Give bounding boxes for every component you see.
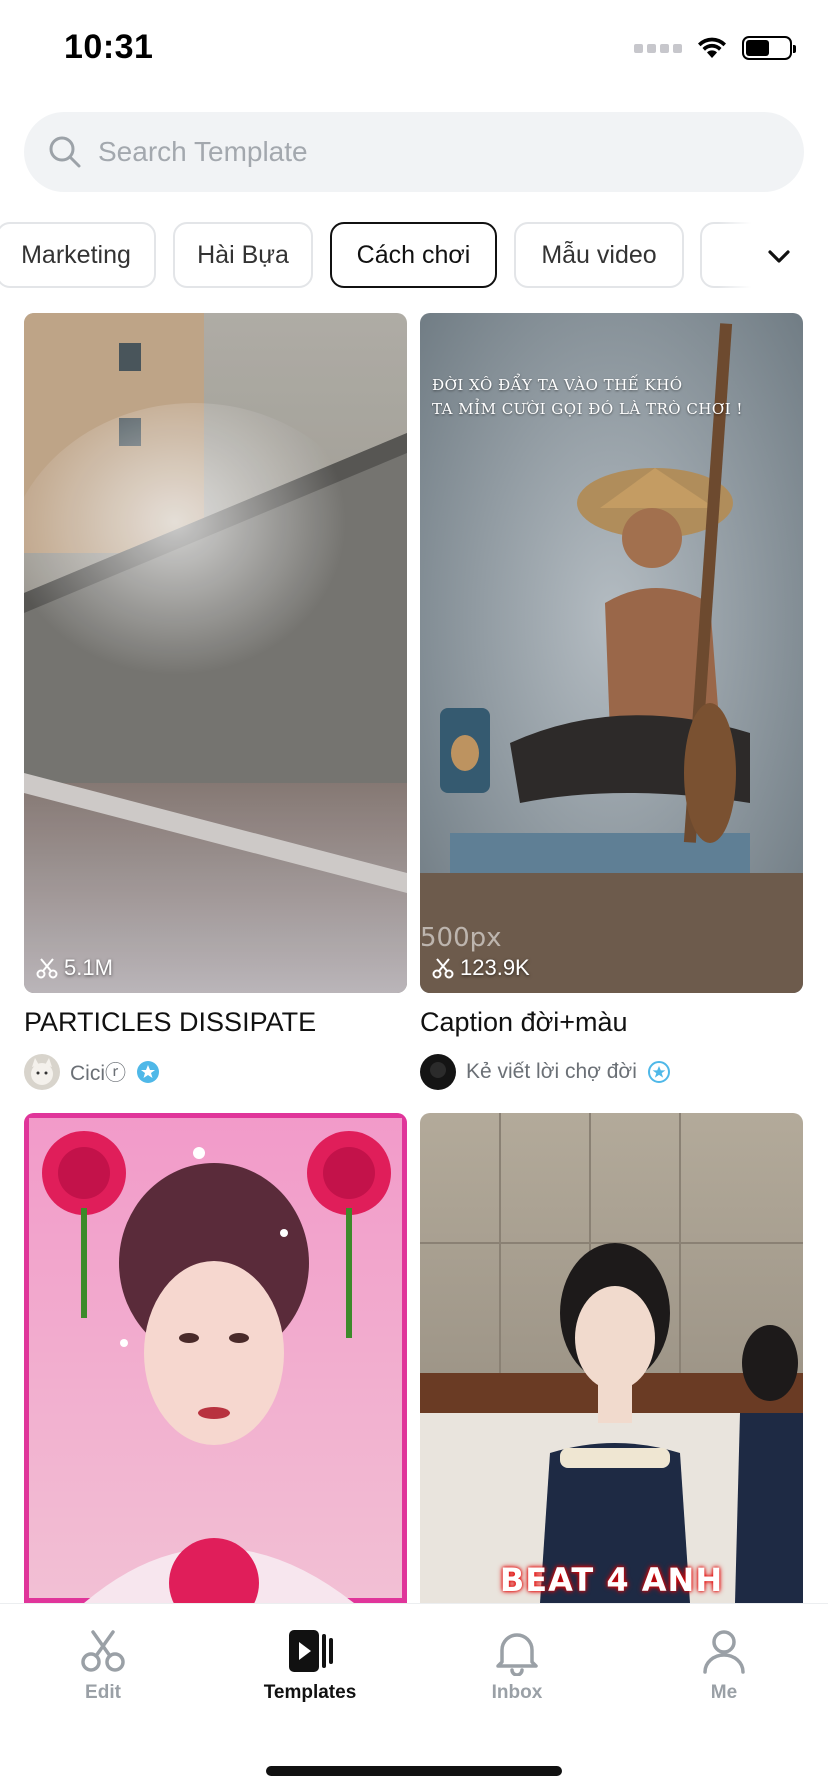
use-count: 5.1M: [36, 955, 113, 981]
overlay-caption-line: TA MỈM CƯỜI GỌI ĐÓ LÀ TRÒ CHƠI !: [432, 400, 743, 418]
overlay-caption: ĐỜI XÔ ĐẨY TA VÀO THẾ KHÓ TA MỈM CƯỜI GỌ…: [432, 373, 743, 421]
verified-badge-icon: [647, 1061, 670, 1083]
use-count-value: 123.9K: [460, 955, 530, 980]
template-thumbnail[interactable]: 5.1M: [24, 313, 407, 993]
author-row[interactable]: Ciciⓡ: [24, 1054, 407, 1090]
chip-hai-bua[interactable]: Hài Bựa: [173, 222, 313, 288]
avatar: [420, 1054, 456, 1090]
chip-cach-choi[interactable]: Cách chơi: [330, 222, 497, 288]
search-input[interactable]: [98, 136, 778, 168]
tab-inbox[interactable]: Inbox: [447, 1626, 587, 1704]
status-bar: 10:31: [0, 0, 828, 100]
template-title[interactable]: PARTICLES DISSIPATE: [24, 1007, 407, 1038]
scissors-icon: [36, 958, 58, 979]
cellular-signal-icon: [634, 43, 682, 53]
tab-label: Inbox: [491, 1682, 543, 1703]
person-icon: [703, 1630, 745, 1674]
author-row[interactable]: Kẻ viết lời chợ đời: [420, 1054, 803, 1090]
expand-categories-button[interactable]: [718, 222, 828, 290]
chip-marketing[interactable]: Marketing: [0, 222, 156, 288]
home-indicator[interactable]: [266, 1766, 562, 1776]
template-card[interactable]: 5.1M PARTICLES DISSIPATE Ciciⓡ: [24, 313, 407, 1090]
templates-icon: [289, 1630, 333, 1672]
tab-templates[interactable]: Templates: [240, 1626, 380, 1704]
battery-icon: [742, 36, 796, 60]
use-count: 123.9K: [432, 955, 530, 981]
scissors-icon: [81, 1630, 125, 1672]
template-card[interactable]: BEAT 4 ANH: [420, 1113, 803, 1603]
author-name: Ciciⓡ: [70, 1062, 126, 1085]
template-card[interactable]: [24, 1113, 407, 1603]
tab-label: Templates: [263, 1682, 357, 1703]
chip-mau-video[interactable]: Mẫu video: [514, 222, 684, 288]
thumbnail-image: [24, 313, 407, 993]
template-thumbnail[interactable]: BEAT 4 ANH: [420, 1113, 803, 1603]
template-card[interactable]: ĐỜI XÔ ĐẨY TA VÀO THẾ KHÓ TA MỈM CƯỜI GỌ…: [420, 313, 803, 1090]
scissors-icon: [432, 958, 454, 979]
avatar: [24, 1054, 60, 1090]
template-title[interactable]: Caption đời+màu: [420, 1007, 803, 1038]
overlay-caption: BEAT 4 ANH: [499, 1561, 724, 1599]
wifi-icon: [696, 36, 728, 60]
chevron-down-icon: [768, 250, 790, 263]
template-thumbnail[interactable]: ĐỜI XÔ ĐẨY TA VÀO THẾ KHÓ TA MỈM CƯỜI GỌ…: [420, 313, 803, 993]
author-name: Kẻ viết lời chợ đời: [466, 1060, 637, 1083]
thumbnail-image: [24, 1113, 407, 1603]
tab-label: Edit: [85, 1682, 121, 1703]
template-thumbnail[interactable]: [24, 1113, 407, 1603]
bottom-tab-bar: Edit Templates Inbox Me: [0, 1603, 828, 1792]
status-time: 10:31: [64, 28, 154, 66]
overlay-caption-line: ĐỜI XÔ ĐẨY TA VÀO THẾ KHÓ: [432, 376, 683, 394]
tab-edit[interactable]: Edit: [33, 1626, 173, 1704]
search-icon: [49, 136, 81, 168]
bell-icon: [496, 1633, 538, 1676]
search-bar[interactable]: [24, 112, 804, 192]
use-count-value: 5.1M: [64, 955, 113, 980]
category-chips: Marketing Hài Bựa Cách chơi Mẫu video: [0, 222, 828, 290]
watermark: 500px: [420, 923, 502, 953]
thumbnail-image: [420, 1113, 803, 1603]
verified-badge-icon: [137, 1061, 159, 1083]
status-indicators: [634, 36, 796, 60]
tab-me[interactable]: Me: [654, 1626, 794, 1704]
tab-label: Me: [710, 1682, 738, 1703]
